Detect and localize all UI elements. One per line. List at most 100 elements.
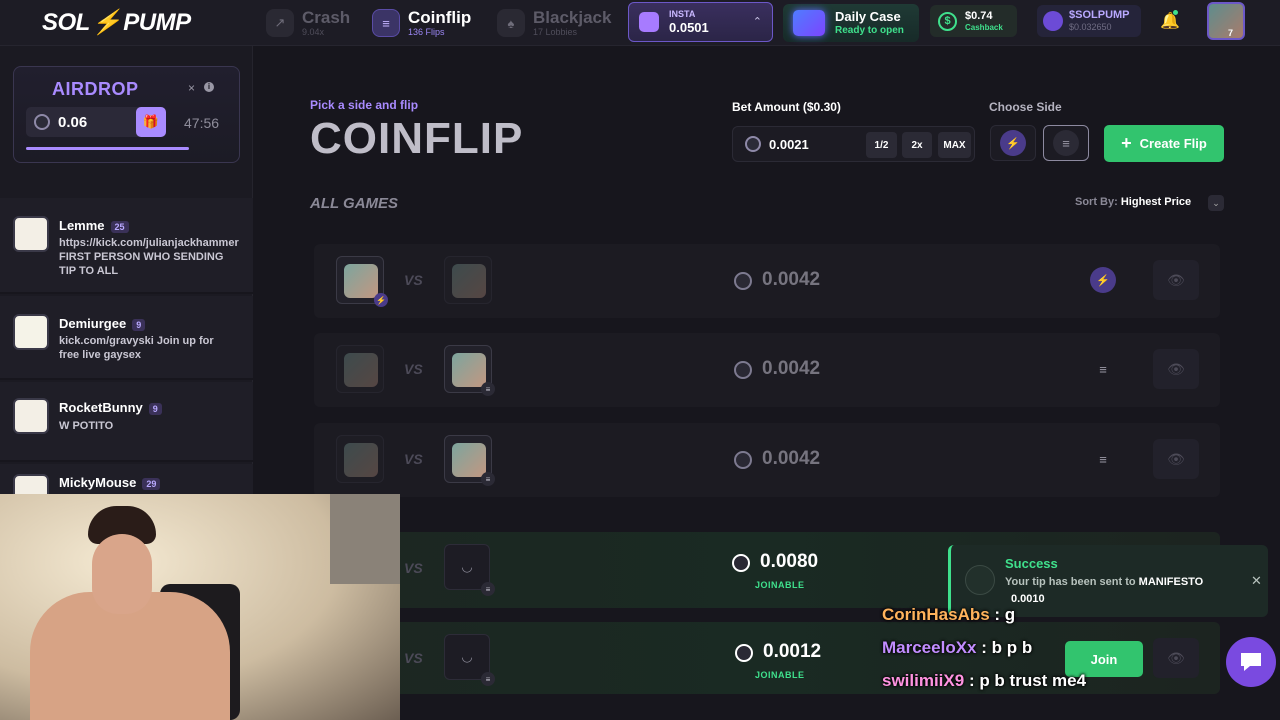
insta-value: 0.0501 bbox=[669, 19, 709, 35]
vs-label: VS bbox=[404, 451, 423, 467]
rocket-side-icon: ⚡ bbox=[1090, 267, 1116, 293]
flip-amount: 0.0080 bbox=[760, 551, 819, 572]
coin-icon: ≡ bbox=[372, 9, 400, 37]
chat-username[interactable]: MickyMouse 29 bbox=[59, 475, 161, 490]
chevron-up-icon: ⌃ bbox=[752, 16, 762, 28]
sol-side-icon: ≡ bbox=[481, 582, 495, 596]
player-avatar bbox=[452, 353, 486, 387]
toast-text: Your tip has been sent to bbox=[1005, 576, 1136, 588]
airdrop-timer: 47:56 bbox=[184, 115, 220, 131]
eye-icon[interactable]: 👁 bbox=[1153, 349, 1199, 389]
side-sol-button[interactable]: ≡ bbox=[1043, 125, 1089, 161]
chat-username[interactable]: RocketBunny 9 bbox=[59, 400, 162, 415]
sol-side-icon: ≡ bbox=[1099, 361, 1107, 377]
bet-label-text: Bet Amount bbox=[732, 100, 800, 114]
vs-label: VS bbox=[404, 560, 423, 576]
trend-icon: ↗ bbox=[266, 9, 294, 37]
cashback-label: Cashback bbox=[965, 22, 1003, 32]
chat-level-badge: 29 bbox=[142, 478, 161, 490]
create-flip-button[interactable]: + Create Flip bbox=[1104, 125, 1224, 162]
daily-case-title: Daily Case bbox=[835, 9, 901, 25]
daily-case-button[interactable]: Daily Case Ready to open bbox=[783, 4, 919, 42]
logo[interactable]: SOL⚡PUMP bbox=[42, 8, 191, 37]
sort-value: Highest Price bbox=[1120, 196, 1192, 208]
sol-side-icon: ≡ bbox=[481, 382, 495, 396]
nav-blackjack[interactable]: ♠ Blackjack 17 Lobbies bbox=[497, 6, 611, 40]
nav-blackjack-sub: 17 Lobbies bbox=[533, 27, 578, 37]
insta-wallet[interactable]: INSTA 0.0501 ⌃ bbox=[628, 2, 773, 42]
cashback-button[interactable]: $ $0.74 Cashback bbox=[930, 5, 1017, 37]
eye-icon[interactable]: 👁 bbox=[1153, 638, 1199, 678]
double-button[interactable]: 2x bbox=[902, 132, 932, 158]
empty-slot[interactable] bbox=[336, 435, 384, 483]
chat-message: Lemme 25 https://kick.com/julianjackhamme… bbox=[0, 198, 253, 294]
vs-label: VS bbox=[404, 361, 423, 377]
side-rocket-button[interactable]: ⚡ bbox=[990, 125, 1036, 161]
chevron-down-icon[interactable]: ⌄ bbox=[1208, 195, 1224, 211]
plus-icon: + bbox=[1121, 133, 1132, 153]
nav-crash[interactable]: ↗ Crash 9.04x bbox=[266, 6, 350, 40]
rocket-side-icon: ⚡ bbox=[374, 293, 388, 307]
bet-amount-input[interactable]: 0.0021 1/2 2x MAX bbox=[732, 126, 975, 162]
toast-message: Your tip has been sent to MANIFESTO bbox=[1005, 576, 1203, 588]
overlay-chat-text: : b p b bbox=[981, 638, 1033, 657]
sol-coin-icon bbox=[965, 565, 995, 595]
sol-coin-icon bbox=[745, 136, 761, 152]
eye-icon[interactable]: 👁 bbox=[1153, 260, 1199, 300]
overlay-chat-name: CorinHasAbs bbox=[882, 605, 990, 624]
sol-coin-icon bbox=[734, 361, 752, 379]
chat-text: https://kick.com/julianjackhammer FIRST … bbox=[59, 237, 239, 277]
support-chat-button[interactable] bbox=[1226, 637, 1276, 687]
joinable-label: JOINABLE bbox=[755, 580, 805, 590]
gift-icon[interactable]: 🎁 bbox=[136, 107, 166, 137]
nav-coinflip-title: Coinflip bbox=[408, 8, 472, 27]
bet-value[interactable]: 0.0021 bbox=[769, 137, 809, 152]
chat-bubble-icon bbox=[1241, 653, 1261, 671]
page-title: COINFLIP bbox=[310, 114, 524, 163]
sol-coin-icon bbox=[734, 451, 752, 469]
webcam-wall-frame bbox=[330, 494, 400, 584]
vs-label: VS bbox=[404, 650, 423, 666]
token-price[interactable]: $SOLPUMP $0.032650 bbox=[1037, 5, 1141, 37]
close-icon[interactable]: × bbox=[188, 81, 195, 95]
max-button[interactable]: MAX bbox=[938, 132, 971, 158]
avatar[interactable] bbox=[13, 314, 49, 350]
info-icon[interactable]: i bbox=[204, 82, 214, 92]
token-price-value: $0.032650 bbox=[1069, 22, 1112, 33]
airdrop-amount: 0.06 🎁 bbox=[26, 107, 166, 137]
airdrop-progress bbox=[26, 147, 190, 150]
notification-dot bbox=[1173, 10, 1178, 15]
joinable-label: JOINABLE bbox=[755, 670, 805, 680]
close-icon[interactable]: ✕ bbox=[1251, 573, 1262, 589]
choose-side-label: Choose Side bbox=[989, 100, 1062, 114]
sort-dropdown[interactable]: Sort By: Highest Price bbox=[1075, 196, 1191, 208]
chat-username[interactable]: Lemme 25 bbox=[59, 218, 129, 233]
toast-recipient: MANIFESTO bbox=[1138, 576, 1204, 588]
eye-icon[interactable]: 👁 bbox=[1153, 439, 1199, 479]
player-avatar bbox=[344, 264, 378, 298]
chest-icon bbox=[793, 10, 825, 36]
empty-slot[interactable] bbox=[336, 345, 384, 393]
placeholder-avatar bbox=[344, 443, 378, 477]
empty-slot[interactable] bbox=[444, 256, 492, 304]
avatar[interactable] bbox=[13, 216, 49, 252]
sol-coin-icon bbox=[735, 644, 753, 662]
user-avatar[interactable] bbox=[1207, 2, 1245, 40]
airdrop-panel: AIRDROP × i 0.06 🎁 47:56 bbox=[13, 66, 240, 163]
avatar[interactable] bbox=[13, 398, 49, 434]
chat-username[interactable]: Demiurgee 9 bbox=[59, 316, 146, 331]
token-icon bbox=[1043, 11, 1063, 31]
sol-side-icon: ≡ bbox=[481, 472, 495, 486]
webcam-person-head bbox=[92, 534, 152, 614]
half-button[interactable]: 1/2 bbox=[866, 132, 897, 158]
sol-coin-icon bbox=[34, 114, 50, 130]
flip-amount: 0.0042 bbox=[762, 358, 821, 379]
airdrop-value: 0.06 bbox=[58, 113, 88, 131]
game-row: ⚡ VS 0.0042 ⚡ 👁 bbox=[314, 244, 1220, 318]
chat-text: kick.com/gravyski Join up for free live … bbox=[59, 335, 214, 361]
page-eyebrow: Pick a side and flip bbox=[310, 98, 419, 112]
chat-text: W POTITO bbox=[59, 420, 114, 432]
user-level: 7 bbox=[1228, 28, 1234, 38]
top-bar: SOL⚡PUMP ↗ Crash 9.04x ≡ Coinflip 136 Flip… bbox=[0, 0, 1280, 46]
nav-coinflip[interactable]: ≡ Coinflip 136 Flips bbox=[372, 6, 471, 40]
